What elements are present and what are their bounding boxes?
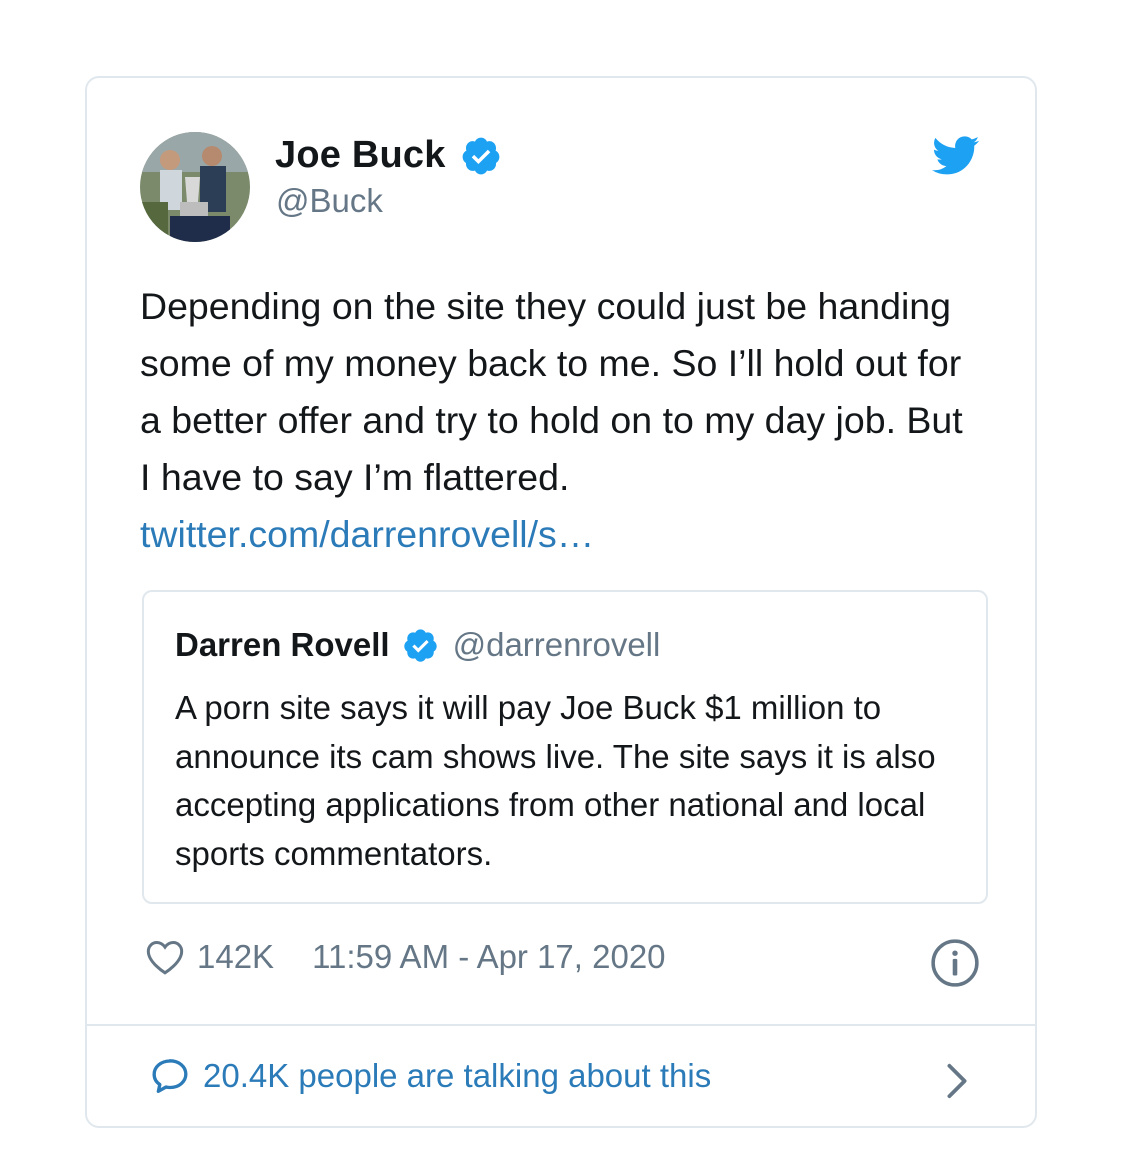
- quoted-tweet-text: A porn site says it will pay Joe Buck $1…: [175, 689, 936, 872]
- heart-icon[interactable]: [145, 938, 185, 976]
- tweet-timestamp[interactable]: 11:59 AM - Apr 17, 2020: [312, 938, 665, 976]
- quoted-author-name: Darren Rovell: [175, 626, 390, 663]
- tweet-link[interactable]: twitter.com/darrenrovell/s…: [140, 513, 594, 555]
- like-count[interactable]: 142K: [197, 938, 274, 976]
- verified-badge-icon: [462, 137, 499, 174]
- author-avatar[interactable]: [140, 132, 250, 242]
- conversation-text[interactable]: 20.4K people are talking about this: [203, 1057, 711, 1095]
- info-icon[interactable]: [930, 938, 980, 988]
- verified-badge-icon: [403, 628, 437, 662]
- speech-bubble-icon: [152, 1059, 188, 1093]
- author-handle[interactable]: @Buck: [276, 182, 383, 220]
- tweet-card[interactable]: Joe Buck @Buck Depending on the site the…: [85, 76, 1037, 1128]
- author-name[interactable]: Joe Buck: [275, 134, 446, 177]
- tweet-body: Depending on the site they could just be…: [140, 285, 963, 498]
- quoted-author-handle: @darrenrovell: [452, 626, 661, 663]
- quoted-tweet[interactable]: Darren Rovell @darrenrovell A porn site …: [142, 590, 988, 904]
- quoted-author-row: Darren Rovell @darrenrovell: [175, 626, 660, 664]
- divider: [87, 1024, 1035, 1026]
- tweet-text: Depending on the site they could just be…: [140, 278, 980, 563]
- twitter-bird-icon[interactable]: [932, 136, 980, 176]
- chevron-right-icon[interactable]: [945, 1062, 969, 1100]
- author-name-row[interactable]: Joe Buck: [275, 134, 502, 177]
- tweet-meta-row: 142K 11:59 AM - Apr 17, 2020: [145, 938, 666, 976]
- conversation-link[interactable]: 20.4K people are talking about this: [149, 1056, 711, 1096]
